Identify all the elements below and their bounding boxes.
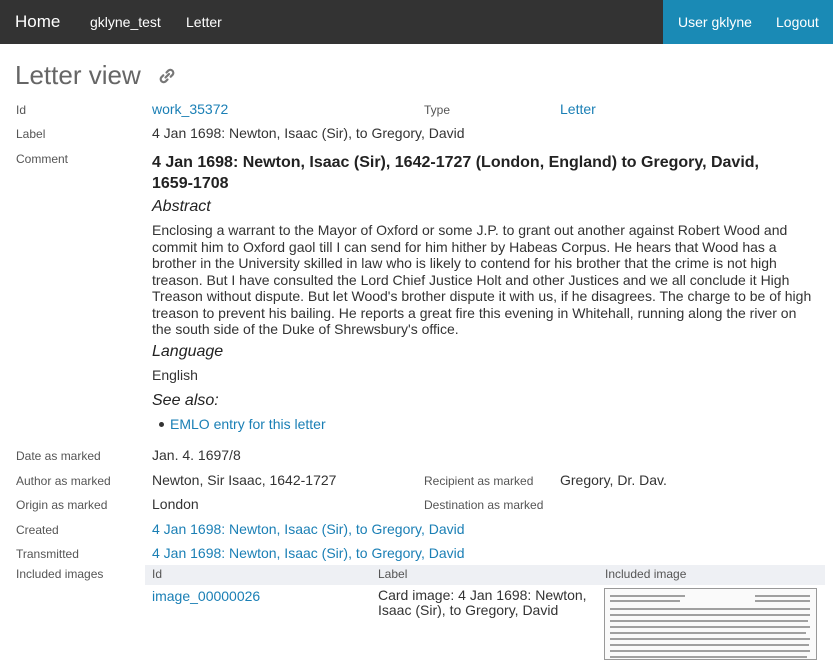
nav-home-link[interactable]: Home bbox=[15, 0, 60, 44]
created-value-link[interactable]: 4 Jan 1698: Newton, Isaac (Sir), to Greg… bbox=[152, 521, 465, 537]
column-header-label: Label bbox=[378, 567, 408, 581]
column-header-image: Included image bbox=[605, 567, 687, 581]
author-label: Author as marked bbox=[16, 474, 111, 488]
origin-label: Origin as marked bbox=[16, 498, 108, 512]
transmitted-value-link[interactable]: 4 Jan 1698: Newton, Isaac (Sir), to Greg… bbox=[152, 545, 465, 561]
permalink-icon[interactable] bbox=[157, 67, 177, 85]
nav-user-link[interactable]: User gklyne bbox=[678, 0, 752, 44]
column-header-id: Id bbox=[152, 567, 163, 581]
label-label: Label bbox=[16, 127, 46, 141]
navbar: Home gklyne_test Letter User gklyne Logo… bbox=[0, 0, 833, 44]
nav-dataset-link[interactable]: gklyne_test bbox=[90, 0, 161, 44]
id-label: Id bbox=[16, 103, 27, 117]
included-images-label: Included images bbox=[16, 567, 104, 581]
nav-letter-link[interactable]: Letter bbox=[186, 0, 222, 44]
language-heading: Language bbox=[152, 343, 224, 360]
comment-label: Comment bbox=[16, 152, 69, 166]
destination-label: Destination as marked bbox=[424, 498, 544, 512]
image-id-link[interactable]: image_00000026 bbox=[152, 588, 260, 604]
emlo-entry-link[interactable]: EMLO entry for this letter bbox=[170, 416, 326, 432]
language-value: English bbox=[152, 367, 198, 383]
id-value-link[interactable]: work_35372 bbox=[152, 101, 228, 117]
type-value-link[interactable]: Letter bbox=[560, 101, 596, 117]
label-value: 4 Jan 1698: Newton, Isaac (Sir), to Greg… bbox=[152, 125, 465, 141]
nav-logout-link[interactable]: Logout bbox=[776, 0, 819, 44]
nav-user-area: User gklyne Logout bbox=[663, 0, 833, 44]
comment-title: 4 Jan 1698: Newton, Isaac (Sir), 1642-17… bbox=[152, 154, 759, 192]
abstract-text: Enclosing a warrant to the Mayor of Oxfo… bbox=[152, 222, 812, 337]
recipient-label: Recipient as marked bbox=[424, 474, 534, 488]
date-label: Date as marked bbox=[16, 449, 101, 463]
type-label: Type bbox=[424, 103, 451, 117]
list-bullet bbox=[159, 422, 164, 427]
letter-card-thumbnail[interactable] bbox=[604, 588, 817, 660]
origin-value: London bbox=[152, 496, 199, 512]
images-table-header bbox=[145, 565, 825, 585]
abstract-heading: Abstract bbox=[152, 198, 211, 215]
recipient-value: Gregory, Dr. Dav. bbox=[560, 472, 667, 488]
created-label: Created bbox=[16, 523, 59, 537]
page-title: Letter view bbox=[15, 60, 141, 90]
author-value: Newton, Sir Isaac, 1642-1727 bbox=[152, 472, 337, 488]
transmitted-label: Transmitted bbox=[16, 547, 79, 561]
date-value: Jan. 4. 1697/8 bbox=[152, 447, 241, 463]
see-also-heading: See also: bbox=[152, 392, 219, 409]
image-label-value: Card image: 4 Jan 1698: Newton, Isaac (S… bbox=[378, 587, 587, 618]
